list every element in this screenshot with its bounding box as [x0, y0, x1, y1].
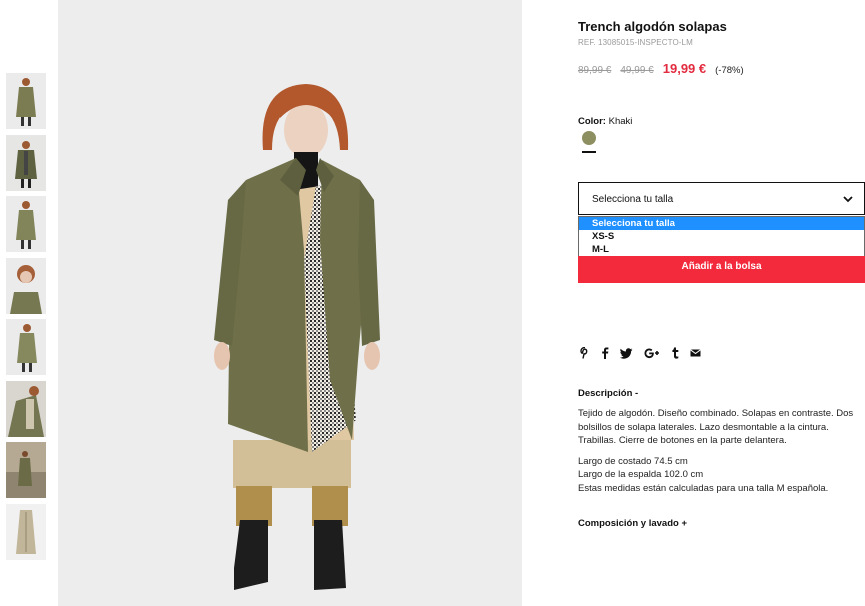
discount-badge: (-78%) — [715, 65, 744, 76]
main-product-image — [58, 0, 522, 606]
description-body: Tejido de algodón. Diseño combinado. Sol… — [578, 407, 865, 495]
composition-toggle[interactable]: Composición y lavado + — [578, 518, 687, 529]
color-value: Khaki — [608, 116, 633, 127]
size-dropdown: Selecciona tu talla XS-S M-L — [578, 216, 865, 257]
thumbnail-7[interactable] — [6, 442, 46, 498]
thumbnail-figure-5 — [17, 324, 37, 372]
size-option-m-l[interactable]: M-L — [579, 243, 864, 256]
size-option-placeholder[interactable]: Selecciona tu talla — [579, 217, 864, 230]
measurement-back-length: Largo de la espalda 102.0 cm — [578, 469, 704, 480]
color-label: Color: Khaki — [578, 116, 632, 127]
thumbnail-figure-8 — [16, 509, 36, 554]
thumbnail-figure-3 — [16, 201, 36, 249]
measurement-side-length: Largo de costado 74.5 cm — [578, 455, 688, 467]
facebook-icon[interactable] — [601, 346, 609, 360]
color-heading: Color: — [578, 116, 606, 127]
description-paragraph: Tejido de algodón. Diseño combinado. Sol… — [578, 408, 854, 446]
thumbnail-figure-7 — [6, 442, 46, 498]
size-option-xs-s[interactable]: XS-S — [579, 230, 864, 243]
thumbnail-4[interactable] — [6, 257, 46, 314]
google-plus-icon[interactable] — [644, 346, 660, 360]
thumbnail-5[interactable] — [6, 319, 46, 375]
thumbnail-3[interactable] — [6, 196, 46, 252]
product-title: Trench algodón solapas — [578, 19, 727, 34]
thumbnail-gallery — [6, 73, 46, 565]
thumbnail-figure-6 — [8, 385, 44, 437]
product-reference: REF. 13085015-INSPECTO-LM — [578, 38, 693, 47]
measurement-note: Estas medidas están calculadas para una … — [578, 482, 829, 494]
thumbnail-1[interactable] — [6, 73, 46, 129]
email-icon[interactable] — [690, 346, 701, 360]
add-to-bag-button[interactable]: Añadir a la bolsa — [578, 256, 865, 283]
chevron-down-icon — [843, 196, 853, 203]
thumbnail-figure-1 — [16, 78, 36, 126]
price-row: 89,99 € 49,99 € 19,99 € (-78%) — [578, 61, 744, 76]
color-swatch-khaki[interactable] — [582, 131, 596, 145]
size-select[interactable]: Selecciona tu talla — [578, 182, 865, 215]
thumbnail-2[interactable] — [6, 134, 46, 191]
pinterest-icon[interactable] — [580, 346, 590, 360]
thumbnail-6[interactable] — [6, 380, 46, 437]
swatch-selected-indicator — [582, 151, 596, 153]
price-previous: 49,99 € — [620, 65, 654, 76]
thumbnail-8[interactable] — [6, 503, 46, 560]
social-share-bar — [580, 346, 712, 360]
price-current: 19,99 € — [662, 61, 707, 76]
twitter-icon[interactable] — [620, 346, 633, 360]
description-toggle[interactable]: Descripción - — [578, 388, 638, 399]
price-original: 89,99 € — [578, 65, 612, 76]
thumbnail-figure-4 — [10, 264, 42, 314]
thumbnail-figure-2 — [15, 140, 37, 188]
model-illustration — [214, 84, 380, 590]
tumblr-icon[interactable] — [671, 346, 679, 360]
size-select-label: Selecciona tu talla — [592, 194, 674, 205]
